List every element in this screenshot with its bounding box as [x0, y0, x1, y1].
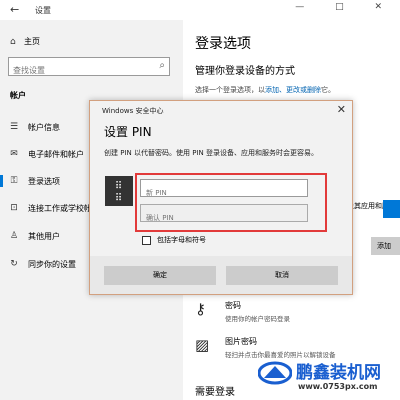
- dialog-caption: Windows 安全中心: [102, 107, 164, 115]
- watermark-text: 鹏鑫装机网: [296, 363, 381, 383]
- key-icon: ⚿: [10, 176, 18, 186]
- highlight-box: [135, 173, 327, 232]
- watermark-logo-icon: [258, 361, 292, 385]
- option-desc: 使用你的帐户密码登录: [225, 315, 290, 323]
- include-letters-checkbox-row[interactable]: 包括字母和符号: [142, 235, 206, 245]
- sidebar-item-label: 同步你的设置: [28, 259, 76, 269]
- sidebar-item-label: 电子邮件和帐户: [28, 149, 84, 159]
- nav-home-label: 主页: [24, 37, 40, 46]
- picture-icon: ▨: [195, 336, 210, 354]
- hint-prefix: 选择一个登录选项，以: [195, 86, 265, 94]
- dialog-title: 设置 PIN: [104, 125, 152, 139]
- option-password[interactable]: ⚷ 密码 使用你的帐户密码登录: [195, 300, 290, 323]
- key-icon: ⚷: [195, 300, 206, 318]
- cancel-button[interactable]: 取消: [226, 266, 338, 285]
- hint-suffix: 它。: [321, 86, 335, 94]
- section-subhead: 管理你登录设备的方式: [195, 66, 295, 77]
- keypad-icon: ⠿ ⠿: [105, 176, 133, 206]
- sidebar-item-label: 其他用户: [28, 231, 60, 241]
- option-title: 图片密码: [225, 337, 257, 346]
- nav-home[interactable]: ⌂ 主页: [10, 36, 40, 47]
- settings-titlebar: ← 设置 — □ ✕: [0, 0, 400, 20]
- set-pin-dialog: Windows 安全中心 ✕ 设置 PIN 创建 PIN 以代替密码。使用 PI…: [89, 100, 353, 295]
- search-input[interactable]: [9, 62, 149, 79]
- watermark-url: www.0753px.com: [298, 382, 378, 391]
- section-label: 帐户: [10, 91, 26, 100]
- sidebar-item-label: 登录选项: [28, 176, 60, 186]
- ok-button[interactable]: 确定: [104, 266, 216, 285]
- dialog-description: 创建 PIN 以代替密码。使用 PIN 登录设备、应用和服务时会更容易。: [104, 149, 318, 157]
- include-letters-checkbox[interactable]: [142, 235, 151, 245]
- close-icon[interactable]: ✕: [337, 103, 346, 116]
- blue-accent-block: [383, 200, 400, 218]
- sync-icon: ↻: [10, 259, 18, 269]
- page-title: 登录选项: [195, 36, 251, 52]
- search-icon[interactable]: ⌕: [159, 60, 165, 71]
- need-login-heading: 需要登录: [195, 387, 235, 398]
- checkbox-label: 包括字母和符号: [157, 236, 206, 244]
- option-title: 密码: [225, 301, 241, 310]
- person-card-icon: ☰: [9, 122, 19, 132]
- signin-hint: 选择一个登录选项，以添加、更改或删除它。: [195, 85, 335, 95]
- mail-icon: ✉: [10, 149, 18, 159]
- window-controls[interactable]: — □ ✕: [295, 2, 396, 12]
- sidebar-item-label: 帐户信息: [28, 122, 60, 132]
- home-icon: ⌂: [10, 36, 16, 47]
- briefcase-icon: ⊡: [10, 203, 18, 213]
- person-add-icon: ♙: [9, 231, 19, 241]
- add-button[interactable]: 添加: [371, 237, 400, 255]
- app-title: 设置: [35, 6, 51, 15]
- hint-link[interactable]: 添加、更改或删除: [265, 86, 321, 94]
- watermark: 鹏鑫装机网 www.0753px.com: [258, 356, 400, 400]
- back-arrow-icon[interactable]: ←: [10, 3, 19, 16]
- search-box[interactable]: ⌕: [8, 57, 170, 79]
- dialog-footer: 确定 取消: [90, 256, 352, 294]
